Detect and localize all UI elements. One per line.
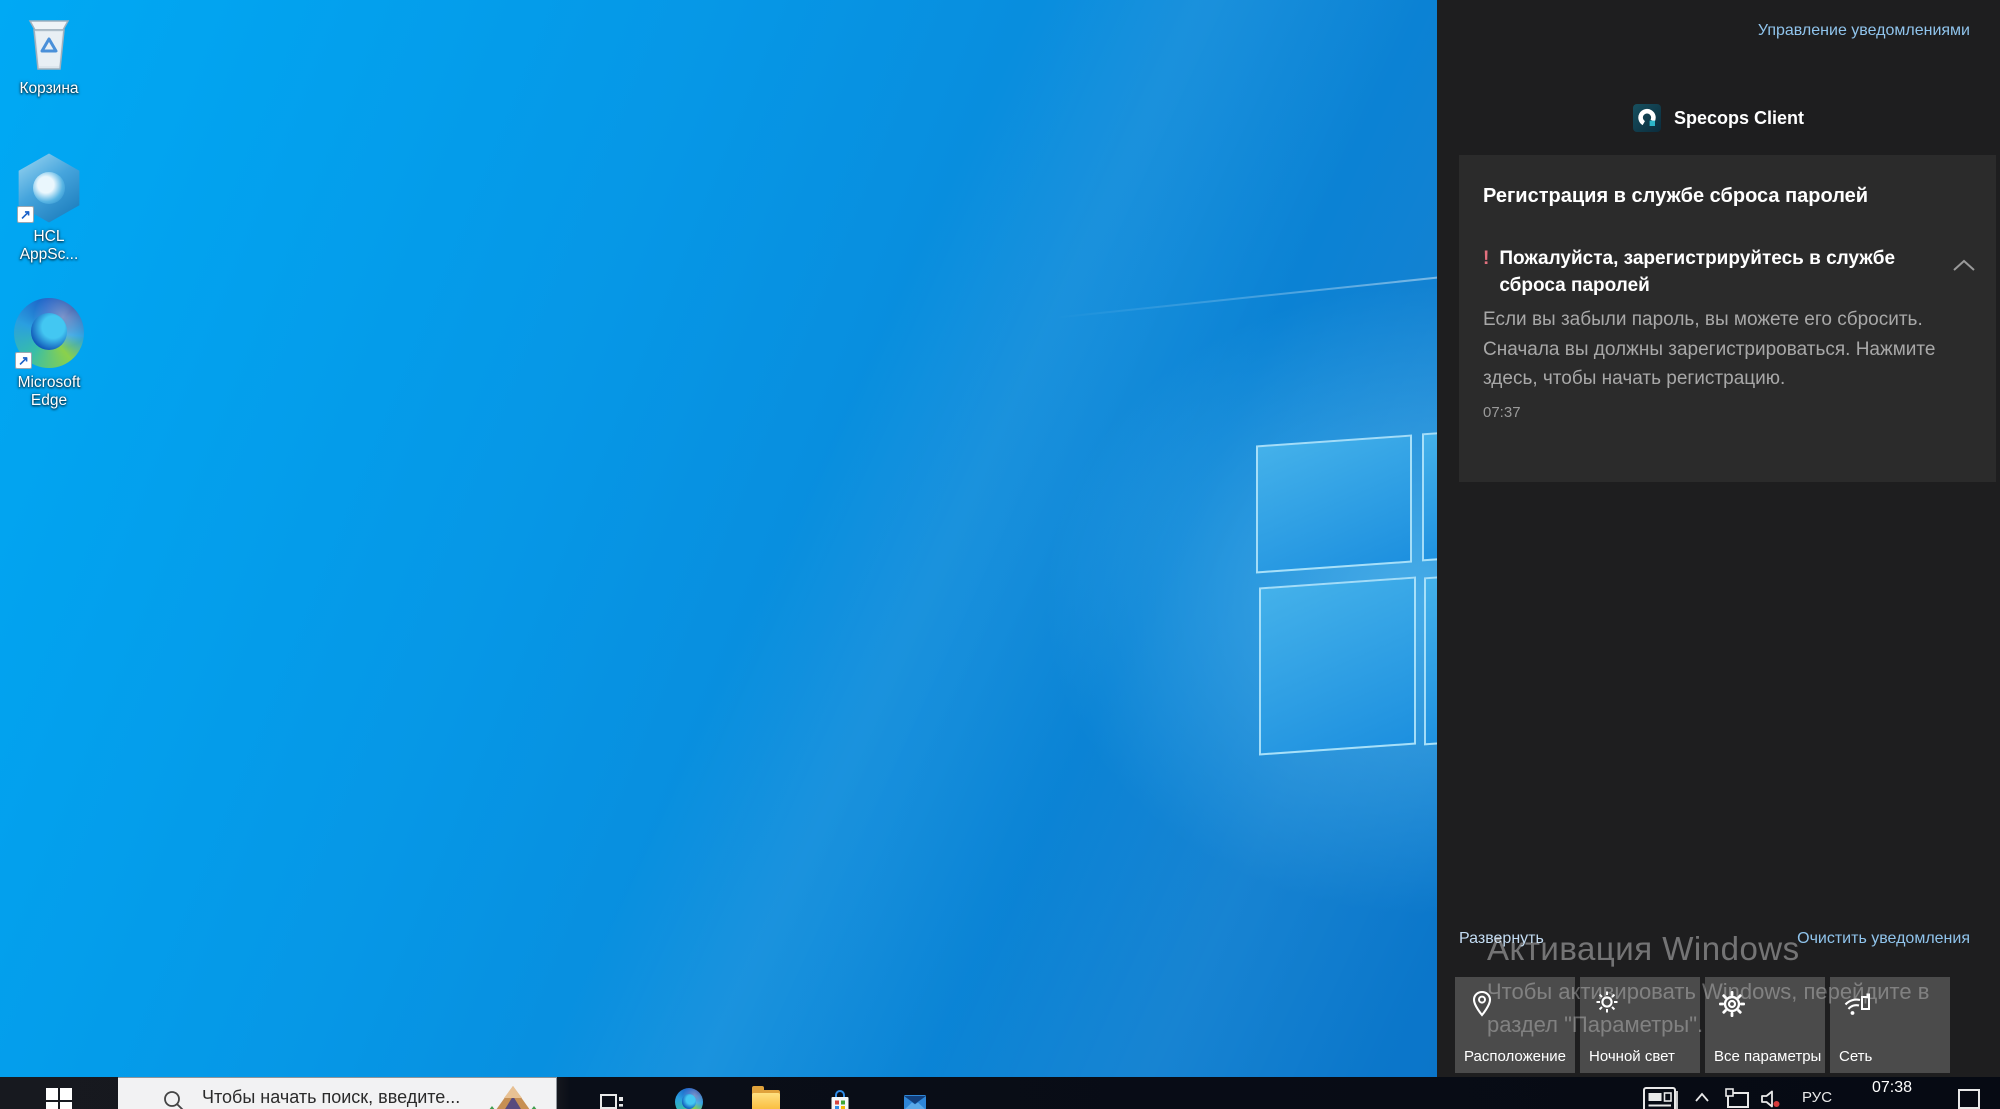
expand-link[interactable]: Развернуть bbox=[1459, 930, 1544, 948]
quick-action-label: Ночной свет bbox=[1589, 1047, 1697, 1066]
file-explorer-icon bbox=[752, 1090, 780, 1109]
quick-actions-row: Расположение Ночной свет bbox=[1455, 977, 1950, 1073]
desktop-icon-label: HCL AppSc... bbox=[2, 228, 96, 264]
start-button[interactable] bbox=[0, 1077, 118, 1109]
microsoft-store-button[interactable] bbox=[816, 1077, 864, 1109]
shortcut-arrow-icon: ↗ bbox=[17, 206, 34, 223]
hcl-appscan-icon: ↗ bbox=[16, 152, 82, 224]
language-indicator[interactable]: РУС bbox=[1802, 1089, 1832, 1106]
notification-time: 07:37 bbox=[1483, 404, 1972, 421]
action-center-panel: Управление уведомлениями Specops Client … bbox=[1437, 0, 2000, 1077]
notification-title: Регистрация в службе сброса паролей bbox=[1483, 183, 1972, 209]
clear-notifications-link[interactable]: Очистить уведомления bbox=[1797, 930, 1970, 948]
speaker-muted-icon bbox=[1758, 1087, 1786, 1109]
chevron-up-icon bbox=[1694, 1092, 1710, 1102]
night-light-icon bbox=[1592, 989, 1622, 1019]
network-icon bbox=[1842, 989, 1872, 1019]
tray-overflow-chevron[interactable] bbox=[1694, 1092, 1710, 1102]
desktop-icon-hcl-appscan[interactable]: ↗ HCL AppSc... bbox=[2, 152, 96, 264]
display-icon bbox=[1724, 1087, 1752, 1109]
collapse-chevron-icon[interactable] bbox=[1952, 259, 1976, 272]
news-interests-icon bbox=[1642, 1086, 1680, 1109]
desktop-icon-microsoft-edge[interactable]: ↗ Microsoft Edge bbox=[2, 298, 96, 410]
desktop-icon-label: Microsoft Edge bbox=[2, 374, 96, 410]
mail-button[interactable] bbox=[891, 1077, 939, 1109]
settings-gear-icon bbox=[1717, 989, 1747, 1019]
search-highlight-icon[interactable] bbox=[472, 1080, 554, 1109]
taskbar-search[interactable] bbox=[118, 1077, 557, 1109]
quick-action-location[interactable]: Расположение bbox=[1455, 977, 1575, 1073]
task-view-button[interactable] bbox=[588, 1077, 636, 1109]
taskbar: РУС 07:38 bbox=[0, 1077, 2000, 1109]
desktop-icon-label: Корзина bbox=[2, 80, 96, 98]
search-input[interactable] bbox=[202, 1087, 462, 1108]
display-tray-button[interactable] bbox=[1724, 1087, 1752, 1109]
task-view-icon bbox=[598, 1088, 626, 1109]
news-interests-button[interactable] bbox=[1642, 1086, 1680, 1109]
notification-group-header[interactable]: Specops Client bbox=[1437, 104, 2000, 132]
windows-logo-pane bbox=[1256, 435, 1412, 574]
location-icon bbox=[1467, 989, 1497, 1019]
recycle-bin-icon bbox=[17, 10, 81, 76]
windows-logo-icon bbox=[46, 1088, 72, 1109]
volume-tray-button[interactable] bbox=[1758, 1087, 1786, 1109]
shortcut-arrow-icon: ↗ bbox=[15, 352, 32, 369]
notification-app-name: Specops Client bbox=[1674, 108, 1804, 129]
clock[interactable]: 07:38 bbox=[1860, 1079, 1924, 1097]
notification-subtitle: Пожалуйста, зарегистрируйтесь в службе с… bbox=[1499, 245, 1929, 299]
edge-taskbar-button[interactable] bbox=[665, 1077, 713, 1109]
search-icon bbox=[162, 1089, 186, 1109]
mail-icon bbox=[901, 1088, 929, 1109]
store-icon bbox=[826, 1088, 854, 1109]
windows-logo-pane bbox=[1259, 577, 1416, 756]
quick-action-all-settings[interactable]: Все параметры bbox=[1705, 977, 1825, 1073]
desktop-icon-recycle-bin[interactable]: Корзина bbox=[2, 10, 96, 98]
notification-card[interactable]: Регистрация в службе сброса паролей ! По… bbox=[1459, 155, 1996, 482]
manage-notifications-link[interactable]: Управление уведомлениями bbox=[1758, 22, 1970, 40]
quick-action-night-light[interactable]: Ночной свет bbox=[1580, 977, 1700, 1073]
notification-body: Если вы забыли пароль, вы можете его сбр… bbox=[1483, 305, 1955, 394]
quick-action-network[interactable]: Сеть bbox=[1830, 977, 1950, 1073]
edge-icon bbox=[675, 1088, 703, 1109]
file-explorer-button[interactable] bbox=[742, 1077, 790, 1109]
alert-exclamation-icon: ! bbox=[1483, 245, 1489, 299]
action-center-button[interactable] bbox=[1958, 1089, 1980, 1109]
quick-action-label: Расположение bbox=[1464, 1047, 1572, 1066]
specops-client-icon bbox=[1633, 104, 1661, 132]
desktop-screen: Корзина ↗ HCL AppSc... ↗ Microsoft Edge … bbox=[0, 0, 2000, 1109]
quick-action-label: Все параметры bbox=[1714, 1047, 1822, 1066]
quick-action-label: Сеть bbox=[1839, 1047, 1947, 1066]
edge-icon: ↗ bbox=[14, 298, 84, 370]
